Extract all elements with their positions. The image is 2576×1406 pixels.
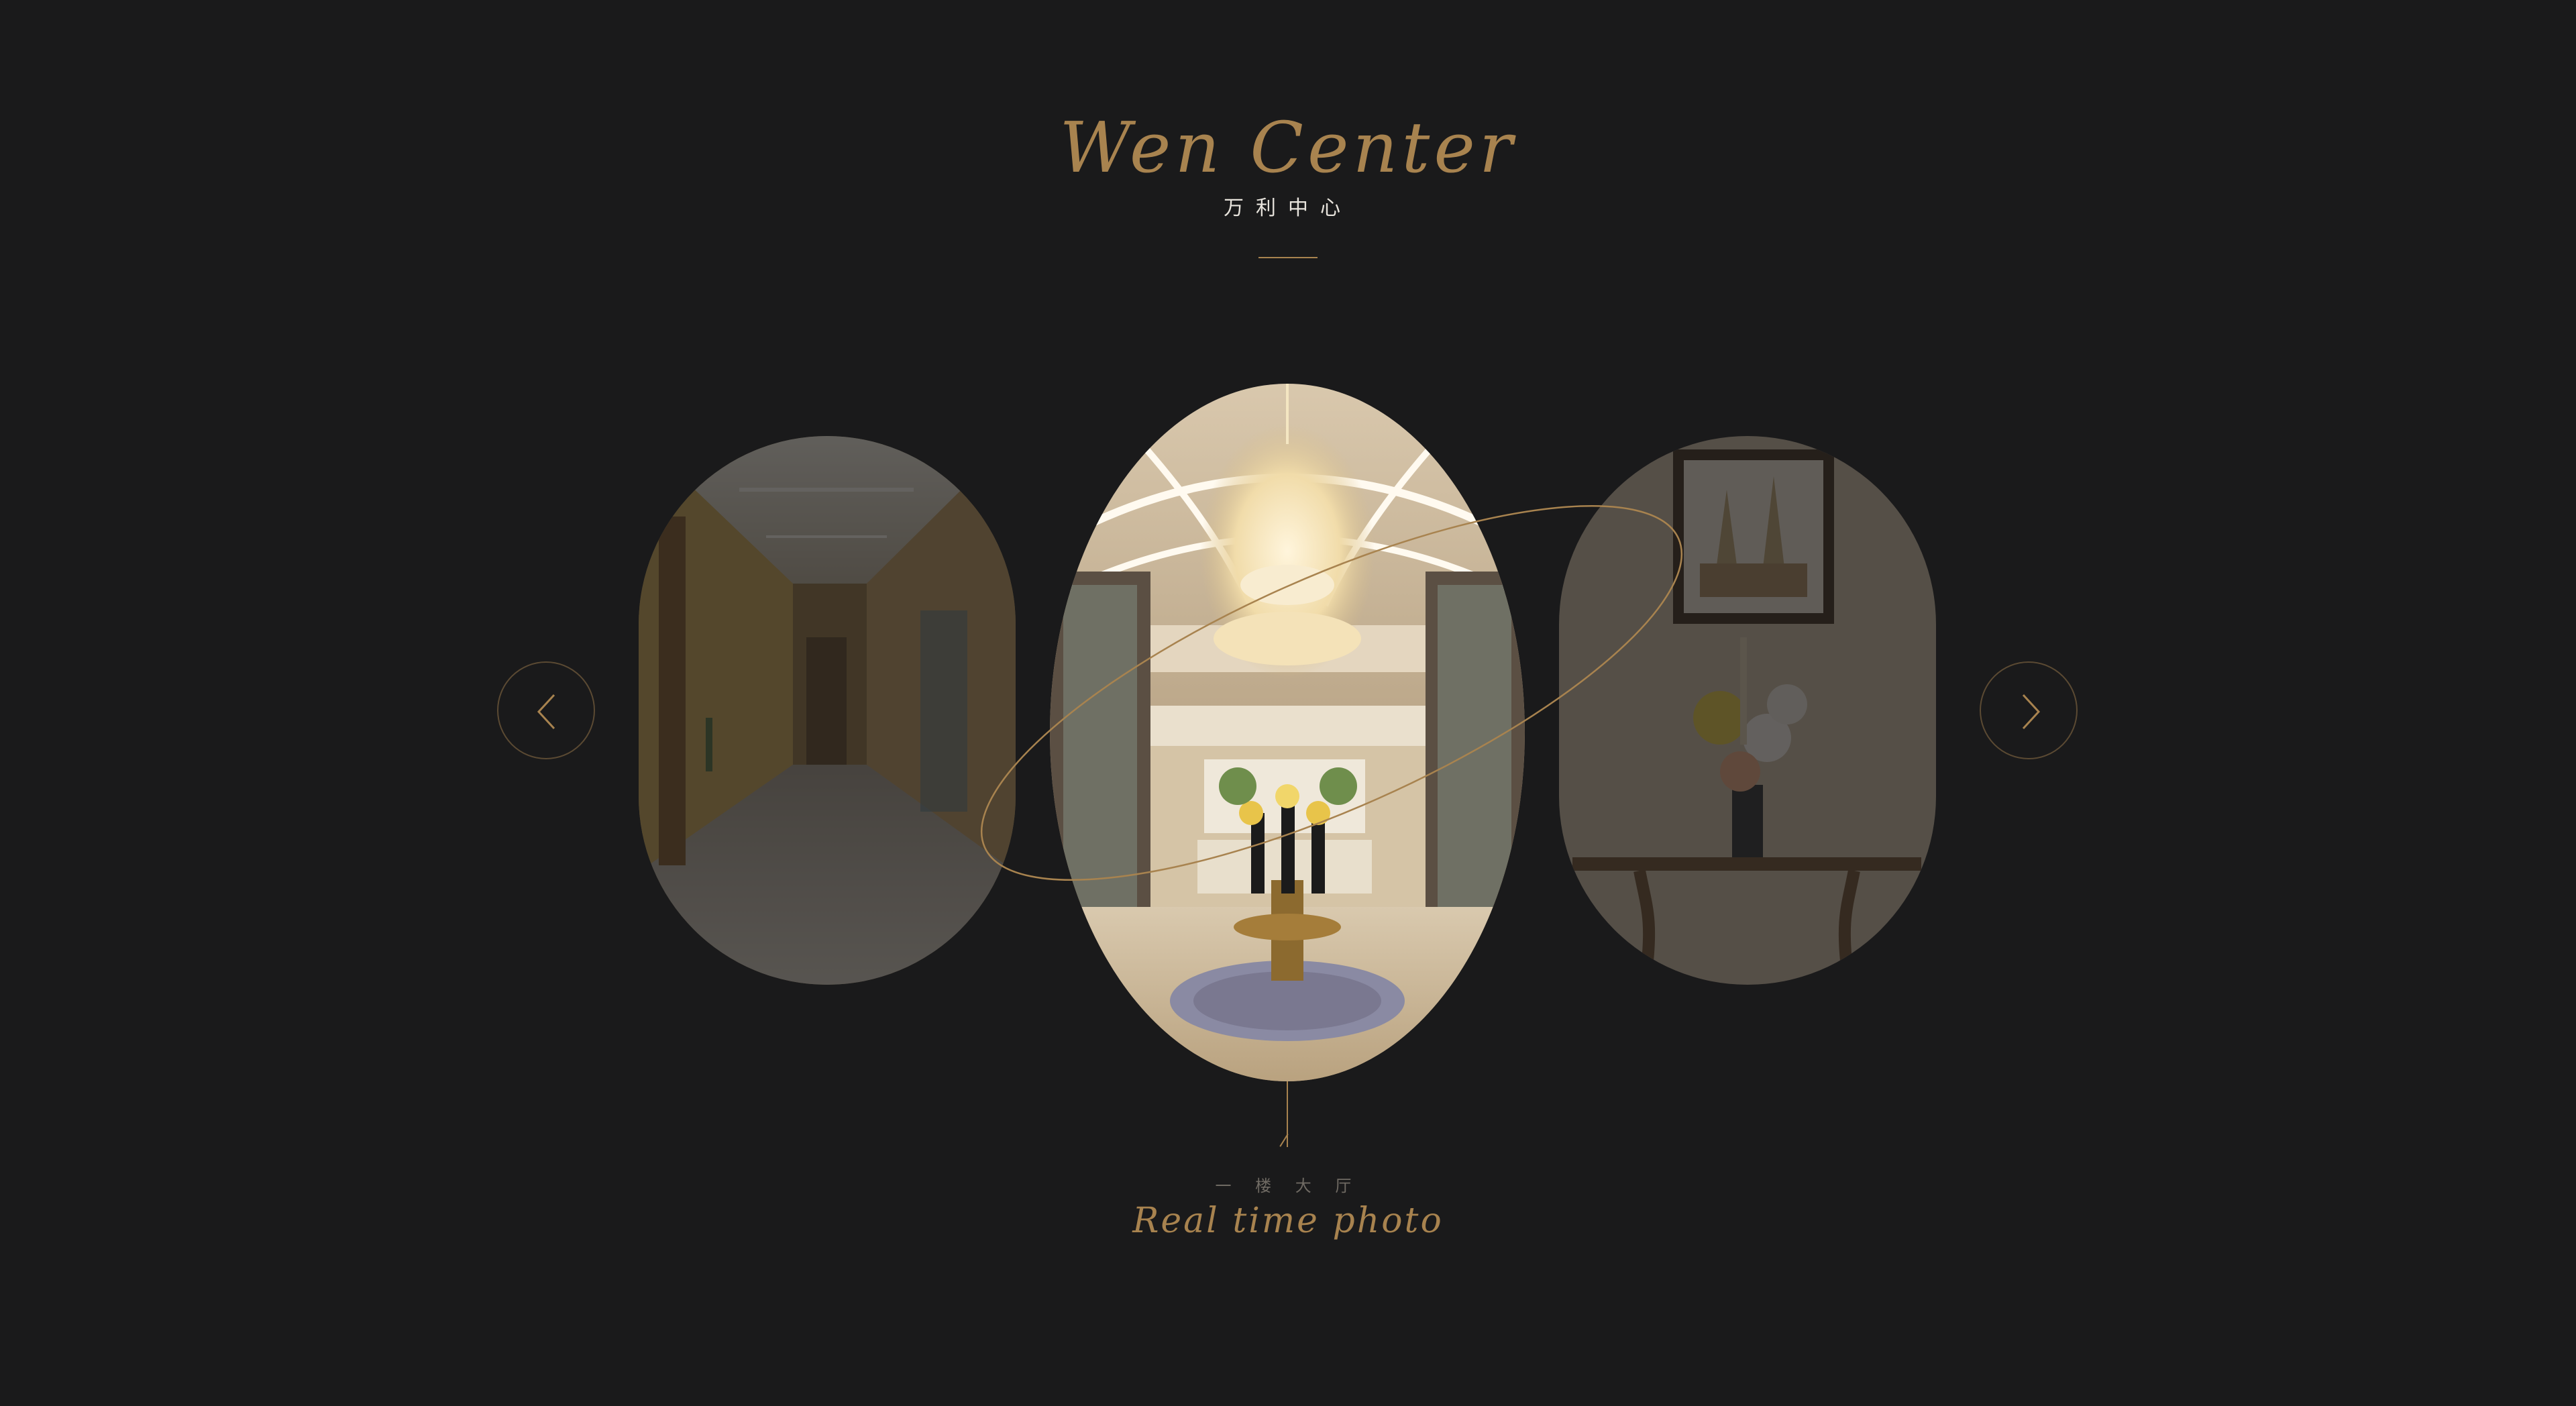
console-image xyxy=(1559,436,1936,985)
next-slide-button[interactable] xyxy=(1980,661,2078,759)
brand-subtitle: 万利中心 xyxy=(1224,197,1352,220)
brand-divider xyxy=(1258,257,1318,258)
page-root: Wen Center 万利中心 一 楼 大 厅 Real time photo xyxy=(0,0,2576,1406)
lobby-image xyxy=(1050,384,1525,1081)
chevron-right-icon xyxy=(2022,694,2041,730)
chevron-left-icon xyxy=(537,694,555,730)
caption-connector-line xyxy=(1287,1081,1288,1147)
corridor-image xyxy=(639,436,1016,985)
prev-slide-button[interactable] xyxy=(497,661,595,759)
slide-location-label: 一 楼 大 厅 xyxy=(1215,1177,1361,1195)
slide-tagline: Real time photo xyxy=(1132,1201,1444,1241)
slide-photo-lobby[interactable] xyxy=(1050,384,1525,1081)
slide-photo-console[interactable] xyxy=(1559,436,1936,985)
brand-title: Wen Center xyxy=(1059,107,1517,188)
slide-photo-corridor[interactable] xyxy=(639,436,1016,985)
